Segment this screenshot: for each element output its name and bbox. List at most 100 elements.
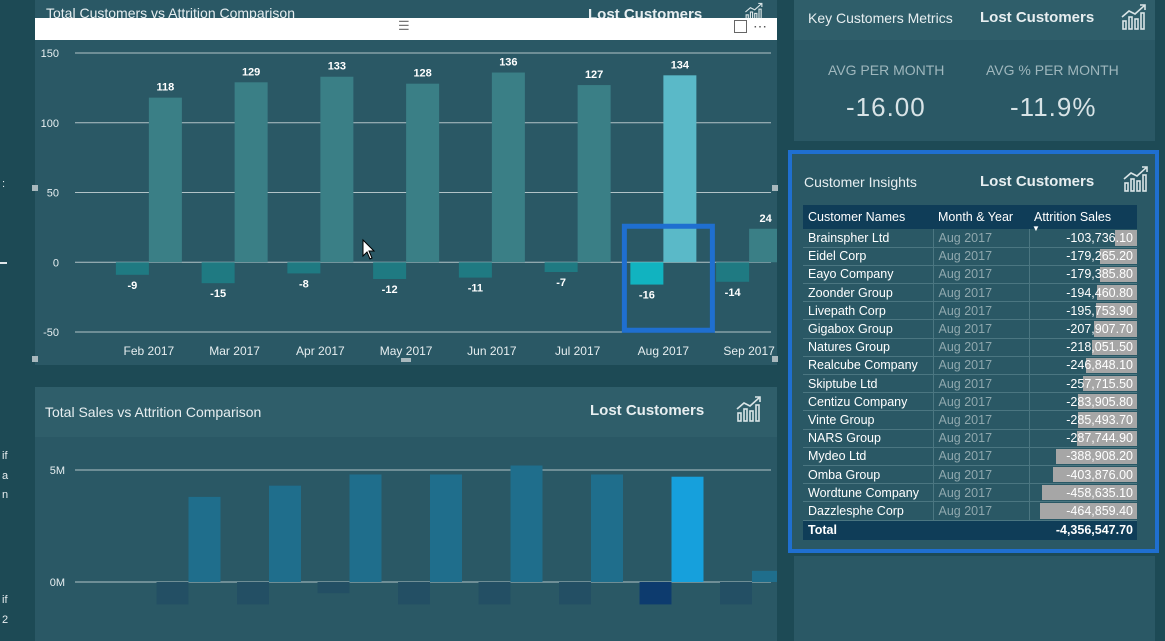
table-row[interactable]: Wordtune Company Aug 2017 -458,635.10 <box>803 483 1137 503</box>
kpi-value: -16.00 <box>846 92 926 122</box>
attrition-sales-value: -207,907.70 <box>1066 322 1133 337</box>
table-row[interactable]: Gigabox Group Aug 2017 -207,907.70 <box>803 319 1137 339</box>
attrition-sales-bar[interactable] <box>398 582 430 605</box>
column-header-month-year[interactable]: Month & Year <box>933 205 1029 229</box>
total-customers-bar[interactable] <box>663 75 697 263</box>
attrition-sales-bar[interactable] <box>639 582 672 605</box>
attrition-sales-bar[interactable] <box>559 582 591 605</box>
y-tick-label: 150 <box>41 48 59 60</box>
attrition-sales-cell: -207,907.70 <box>1028 319 1137 339</box>
sort-descending-icon[interactable]: ▼ <box>1032 224 1040 233</box>
total-sales-bar[interactable] <box>752 570 777 582</box>
attrition-sales-value: -103,736.10 <box>1066 230 1133 245</box>
attrition-sales-bar[interactable] <box>317 582 350 594</box>
attrition-sales-cell: -257,715.50 <box>1028 374 1137 394</box>
total-customers-bar[interactable] <box>406 83 440 263</box>
chart-plot-area[interactable]: 5M 0M <box>35 437 777 641</box>
data-label: -12 <box>382 284 398 296</box>
trend-chart-icon[interactable] <box>1122 165 1150 193</box>
data-label: 24 <box>760 213 773 225</box>
x-tick-label: Feb 2017 <box>124 344 175 358</box>
total-customers-bar[interactable] <box>491 72 525 263</box>
data-label: 133 <box>328 61 346 73</box>
table-row[interactable]: Centizu Company Aug 2017 -283,905.80 <box>803 392 1137 412</box>
month-year-cell: Aug 2017 <box>932 319 1029 339</box>
table-row[interactable]: Realcube Company Aug 2017 -246,848.10 <box>803 356 1137 376</box>
y-tick-label: 0M <box>50 577 65 589</box>
customer-name-cell: Livepath Corp <box>803 301 933 321</box>
chart-header: Total Sales vs Attrition Comparison Lost… <box>35 387 777 437</box>
total-sales-bar[interactable] <box>269 485 301 582</box>
total-sales-bar[interactable] <box>671 476 704 582</box>
table-row[interactable]: Vinte Group Aug 2017 -285,493.70 <box>803 410 1137 430</box>
table-row[interactable]: Mydeo Ltd Aug 2017 -388,908.20 <box>803 447 1137 466</box>
month-year-cell: Aug 2017 <box>932 447 1029 466</box>
customers-attrition-chart[interactable]: Total Customers vs Attrition Comparison … <box>32 0 778 365</box>
month-year-cell: Aug 2017 <box>932 501 1029 521</box>
lost-customers-bar[interactable] <box>630 262 664 285</box>
table-row[interactable]: Skiptube Ltd Aug 2017 -257,715.50 <box>803 374 1137 394</box>
total-sales-bar[interactable] <box>591 474 623 582</box>
table-row[interactable]: Zoonder Group Aug 2017 -194,460.80 <box>803 283 1137 303</box>
customer-name-cell: Realcube Company <box>803 356 933 376</box>
total-sales-bar[interactable] <box>188 496 221 582</box>
cutoff-text: if <box>2 594 8 606</box>
chart-header: Total Customers vs Attrition Comparison … <box>35 0 777 23</box>
total-customers-bar[interactable] <box>577 85 611 263</box>
kpi-label: AVG % PER MONTH <box>986 62 1119 78</box>
lost-customers-bar[interactable] <box>287 262 321 274</box>
card-title: Customer Insights <box>804 174 917 190</box>
table-row[interactable]: Eidel Corp Aug 2017 -179,265.20 <box>803 247 1137 266</box>
total-customers-bar[interactable] <box>320 76 354 263</box>
attrition-sales-bar[interactable] <box>720 582 752 605</box>
lost-customers-bar[interactable] <box>115 262 149 275</box>
trend-chart-icon[interactable] <box>1120 3 1148 31</box>
lost-customers-bar[interactable] <box>458 262 492 278</box>
column-header-attrition-sales[interactable]: Attrition Sales <box>1029 205 1137 229</box>
sales-attrition-chart[interactable]: Total Sales vs Attrition Comparison Lost… <box>35 387 777 641</box>
chart-plot-area[interactable]: 150 100 50 0 -50 118 -9 Feb 2017 129 -15 Mar 2017 1… <box>35 40 777 365</box>
visual-header-toolbar: ☰ ⋯ <box>35 18 777 40</box>
trend-chart-icon[interactable] <box>735 395 763 423</box>
attrition-sales-value: -179,385.80 <box>1066 267 1133 282</box>
more-options-icon[interactable]: ⋯ <box>753 18 768 35</box>
chart-title: Total Sales vs Attrition Comparison <box>45 404 262 420</box>
total-customers-bar[interactable] <box>148 97 182 263</box>
attrition-sales-bar[interactable] <box>237 582 269 605</box>
total-sales-bar[interactable] <box>510 465 543 582</box>
table-row[interactable]: Eayo Company Aug 2017 -179,385.80 <box>803 265 1137 285</box>
table-row[interactable]: NARS Group Aug 2017 -287,744.90 <box>803 429 1137 448</box>
focus-mode-icon[interactable] <box>734 20 747 33</box>
table-row[interactable]: Natures Group Aug 2017 -218,051.50 <box>803 338 1137 357</box>
table-row[interactable]: Dazzlesphe Corp Aug 2017 -464,859.40 <box>803 501 1137 521</box>
attrition-sales-bar[interactable] <box>478 582 511 605</box>
column-header-customer-names[interactable]: Customer Names <box>803 205 933 229</box>
lost-customers-bar[interactable] <box>373 262 407 279</box>
attrition-sales-cell: -103,736.10 <box>1028 229 1137 248</box>
attrition-sales-bar[interactable] <box>156 582 189 605</box>
table-row[interactable]: Livepath Corp Aug 2017 -195,753.90 <box>803 301 1137 321</box>
data-label: -16 <box>639 290 655 302</box>
month-year-cell: Aug 2017 <box>932 392 1029 412</box>
lost-customers-bar[interactable] <box>201 262 235 284</box>
customer-insights-card[interactable]: Customer Insights Lost Customers Custome… <box>788 150 1159 553</box>
total-customers-bar[interactable] <box>234 82 268 263</box>
month-year-cell: Aug 2017 <box>932 410 1029 430</box>
month-year-cell: Aug 2017 <box>932 465 1029 485</box>
attrition-sales-cell: -458,635.10 <box>1028 483 1137 503</box>
drag-grip-icon[interactable]: ☰ <box>398 18 410 34</box>
lost-customers-bar[interactable] <box>544 262 578 273</box>
table-row[interactable]: Brainspher Ltd Aug 2017 -103,736.10 <box>803 229 1137 248</box>
attrition-sales-value: -388,908.20 <box>1066 449 1133 464</box>
table-row[interactable]: Omba Group Aug 2017 -403,876.00 <box>803 465 1137 485</box>
total-sales-bar[interactable] <box>430 474 462 582</box>
cutoff-text: a <box>2 470 9 482</box>
lost-customers-bar[interactable] <box>716 262 750 282</box>
total-sales-bar[interactable] <box>349 474 382 582</box>
attrition-sales-cell: -195,753.90 <box>1028 301 1137 321</box>
month-year-cell: Aug 2017 <box>932 374 1029 394</box>
data-label: 128 <box>413 68 431 80</box>
customer-name-cell: Eidel Corp <box>803 247 933 266</box>
attrition-sales-cell: -464,859.40 <box>1028 501 1137 521</box>
total-customers-bar[interactable] <box>749 228 777 263</box>
